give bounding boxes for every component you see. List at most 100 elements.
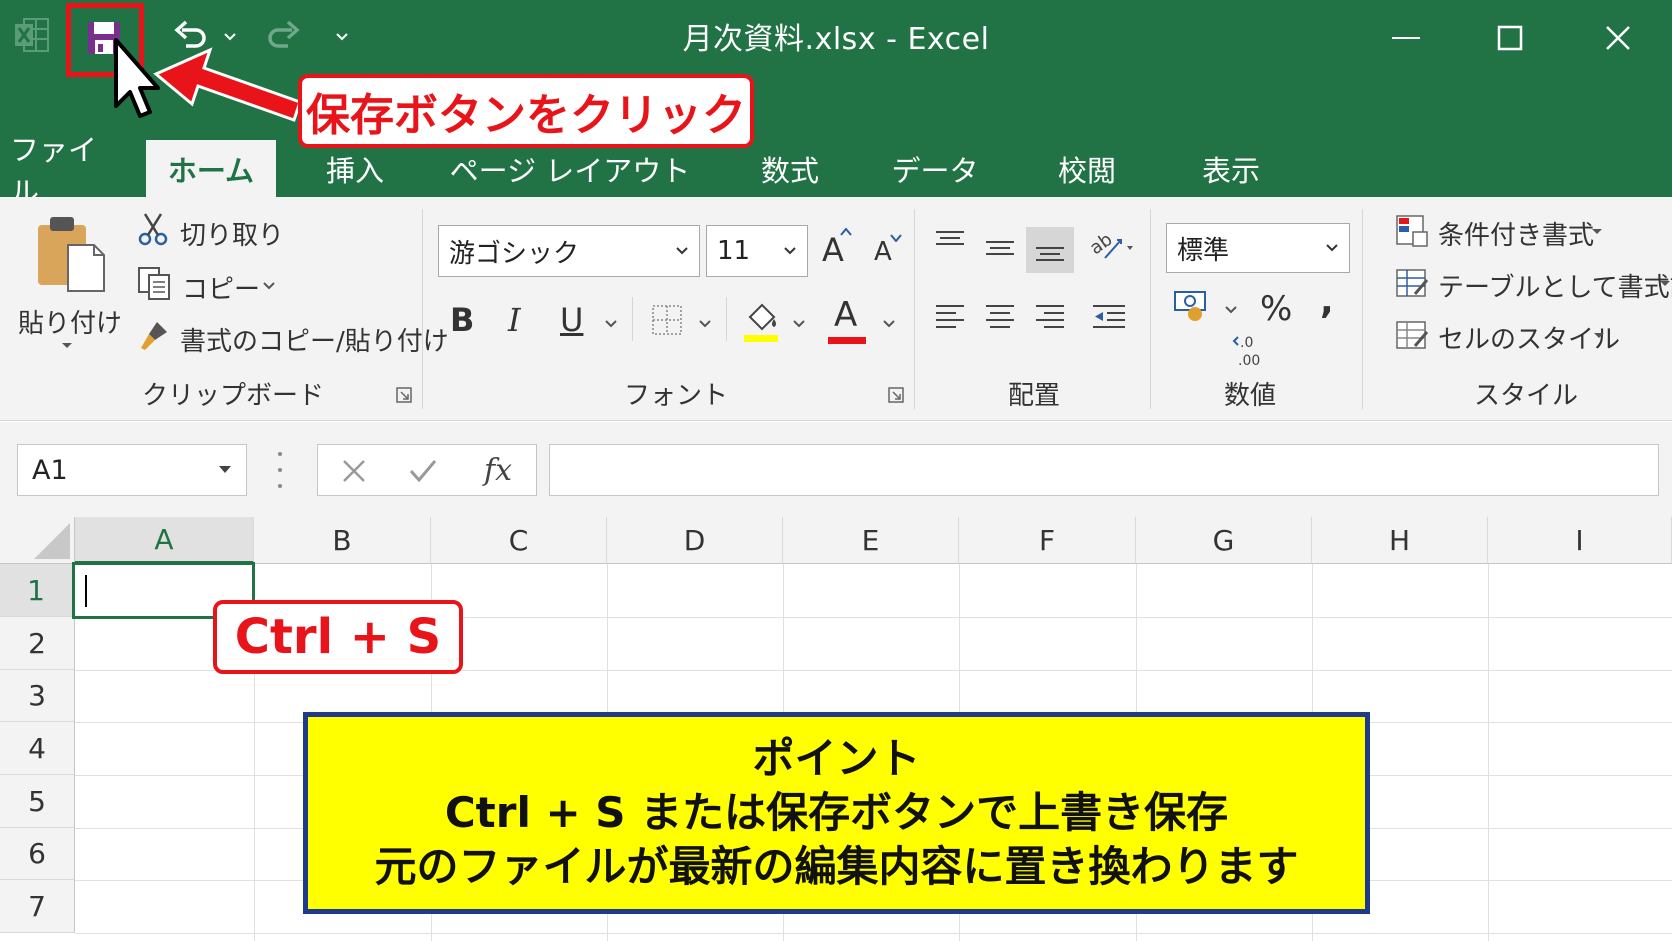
conditional-format-icon[interactable] — [1394, 213, 1430, 249]
name-box[interactable]: A1 — [17, 444, 247, 496]
tab-view[interactable]: 表示 — [1176, 140, 1286, 197]
save-callout: 保存ボタンをクリック — [298, 74, 754, 148]
font-color-button[interactable]: A — [834, 295, 857, 335]
format-painter-icon[interactable] — [136, 317, 172, 353]
row-header-7[interactable]: 7 — [0, 880, 75, 933]
font-size-combo[interactable]: 11 — [706, 225, 808, 277]
tab-home[interactable]: ホーム — [146, 140, 276, 197]
column-header-a[interactable]: A — [75, 517, 254, 564]
maximize-icon[interactable] — [1480, 10, 1540, 66]
chevron-down-icon — [219, 466, 231, 473]
row-header-5[interactable]: 5 — [0, 775, 75, 828]
font-name-value: 游ゴシック — [449, 238, 580, 269]
tab-formulas[interactable]: 数式 — [740, 140, 840, 197]
align-top-icon[interactable] — [932, 227, 968, 257]
point-line-1: Ctrl + S または保存ボタンで上書き保存 — [444, 788, 1229, 837]
clipboard-launcher-icon[interactable] — [396, 387, 412, 403]
formula-input[interactable] — [549, 444, 1659, 496]
italic-button[interactable]: I — [508, 301, 521, 339]
cut-button[interactable]: 切り取り — [180, 215, 284, 252]
borders-icon[interactable] — [650, 303, 684, 337]
paste-button[interactable]: 貼り付け — [18, 303, 122, 340]
scissors-icon[interactable] — [136, 211, 170, 247]
font-color-swatch — [828, 337, 866, 344]
group-separator — [1362, 209, 1363, 409]
align-center-icon[interactable] — [982, 301, 1018, 335]
column-header-f[interactable]: F — [959, 517, 1136, 564]
row-header-3[interactable]: 3 — [0, 670, 75, 722]
cancel-icon[interactable] — [340, 457, 368, 485]
minimize-icon[interactable] — [1376, 10, 1436, 66]
column-header-d[interactable]: D — [607, 517, 783, 564]
align-right-icon[interactable] — [1032, 301, 1068, 335]
tab-insert[interactable]: 挿入 — [300, 140, 410, 197]
chevron-down-icon — [676, 247, 688, 255]
tab-file[interactable]: ファイル — [10, 133, 120, 209]
svg-text:.00: .00 — [1238, 353, 1260, 369]
row-header-2[interactable]: 2 — [0, 617, 75, 670]
align-bottom-icon[interactable] — [1026, 227, 1074, 273]
comma-button[interactable]: , — [1320, 281, 1334, 322]
column-header-g[interactable]: G — [1136, 517, 1312, 564]
format-painter-button[interactable]: 書式のコピー/貼り付け — [180, 321, 449, 358]
conditional-format-dropdown-icon[interactable] — [1590, 227, 1604, 237]
row-header-4[interactable]: 4 — [0, 722, 75, 775]
column-header-i[interactable]: I — [1488, 517, 1672, 564]
bold-button[interactable]: B — [450, 301, 474, 339]
cell-styles-dropdown-icon[interactable] — [1592, 331, 1606, 341]
font-launcher-icon[interactable] — [888, 387, 904, 403]
column-header-b[interactable]: B — [254, 517, 431, 564]
fill-color-dropdown-icon[interactable] — [792, 319, 806, 329]
copy-button[interactable]: コピー — [182, 269, 260, 306]
paste-dropdown-icon[interactable] — [60, 341, 74, 351]
percent-button[interactable]: % — [1260, 289, 1292, 329]
accounting-format-icon[interactable] — [1172, 289, 1212, 325]
point-line-2: 元のファイルが最新の編集内容に置き換わります — [374, 842, 1299, 891]
chevron-down-icon — [1326, 244, 1338, 252]
decrease-decimal-icon[interactable]: .0 .00 — [1232, 333, 1272, 369]
copy-dropdown-icon[interactable] — [262, 281, 276, 291]
font-group-label: フォント — [624, 381, 729, 411]
align-left-icon[interactable] — [932, 301, 968, 335]
close-icon[interactable] — [1588, 10, 1648, 66]
clipboard-group-label: クリップボード — [142, 381, 325, 411]
column-header-e[interactable]: E — [783, 517, 959, 564]
accounting-dropdown-icon[interactable] — [1224, 305, 1238, 315]
column-header-h[interactable]: H — [1312, 517, 1488, 564]
insert-function-button[interactable]: fx — [484, 453, 512, 488]
font-name-combo[interactable]: 游ゴシック — [438, 225, 700, 277]
enter-icon[interactable] — [408, 457, 438, 485]
row-header-6[interactable]: 6 — [0, 828, 75, 880]
conditional-format-button[interactable]: 条件付き書式 — [1438, 215, 1594, 252]
gridline — [1488, 564, 1489, 941]
decrease-indent-icon[interactable] — [1090, 301, 1128, 335]
paste-icon[interactable] — [34, 215, 106, 293]
orientation-icon[interactable]: ab — [1088, 227, 1134, 263]
underline-button[interactable]: U — [560, 301, 583, 339]
tab-review[interactable]: 校閲 — [1032, 140, 1142, 197]
name-box-value: A1 — [32, 454, 68, 486]
fill-color-icon[interactable] — [742, 297, 780, 343]
cell-styles-icon[interactable] — [1394, 317, 1430, 353]
copy-icon[interactable] — [136, 265, 172, 301]
callout-arrow — [153, 47, 302, 122]
underline-dropdown-icon[interactable] — [604, 319, 618, 329]
number-format-combo[interactable]: 標準 — [1166, 223, 1350, 273]
align-middle-icon[interactable] — [982, 233, 1018, 263]
number-group-label: 数値 — [1224, 381, 1277, 411]
shortcut-callout: Ctrl + S — [213, 600, 463, 674]
column-header-c[interactable]: C — [431, 517, 607, 564]
row-header-1[interactable]: 1 — [0, 564, 75, 617]
format-as-table-button[interactable]: テーブルとして書式設定 — [1438, 267, 1672, 304]
format-as-table-icon[interactable] — [1394, 265, 1430, 301]
tab-page-layout[interactable]: ページ レイアウト — [440, 140, 700, 197]
select-all-corner[interactable] — [0, 517, 75, 564]
borders-dropdown-icon[interactable] — [698, 319, 712, 329]
chevron-down-icon — [784, 247, 796, 255]
format-as-table-dropdown-icon[interactable] — [1658, 279, 1672, 289]
svg-text:ab: ab — [1089, 229, 1116, 259]
font-size-value: 11 — [717, 236, 751, 266]
font-color-dropdown-icon[interactable] — [882, 319, 896, 329]
number-format-value: 標準 — [1177, 235, 1230, 266]
tab-data[interactable]: データ — [880, 140, 990, 197]
